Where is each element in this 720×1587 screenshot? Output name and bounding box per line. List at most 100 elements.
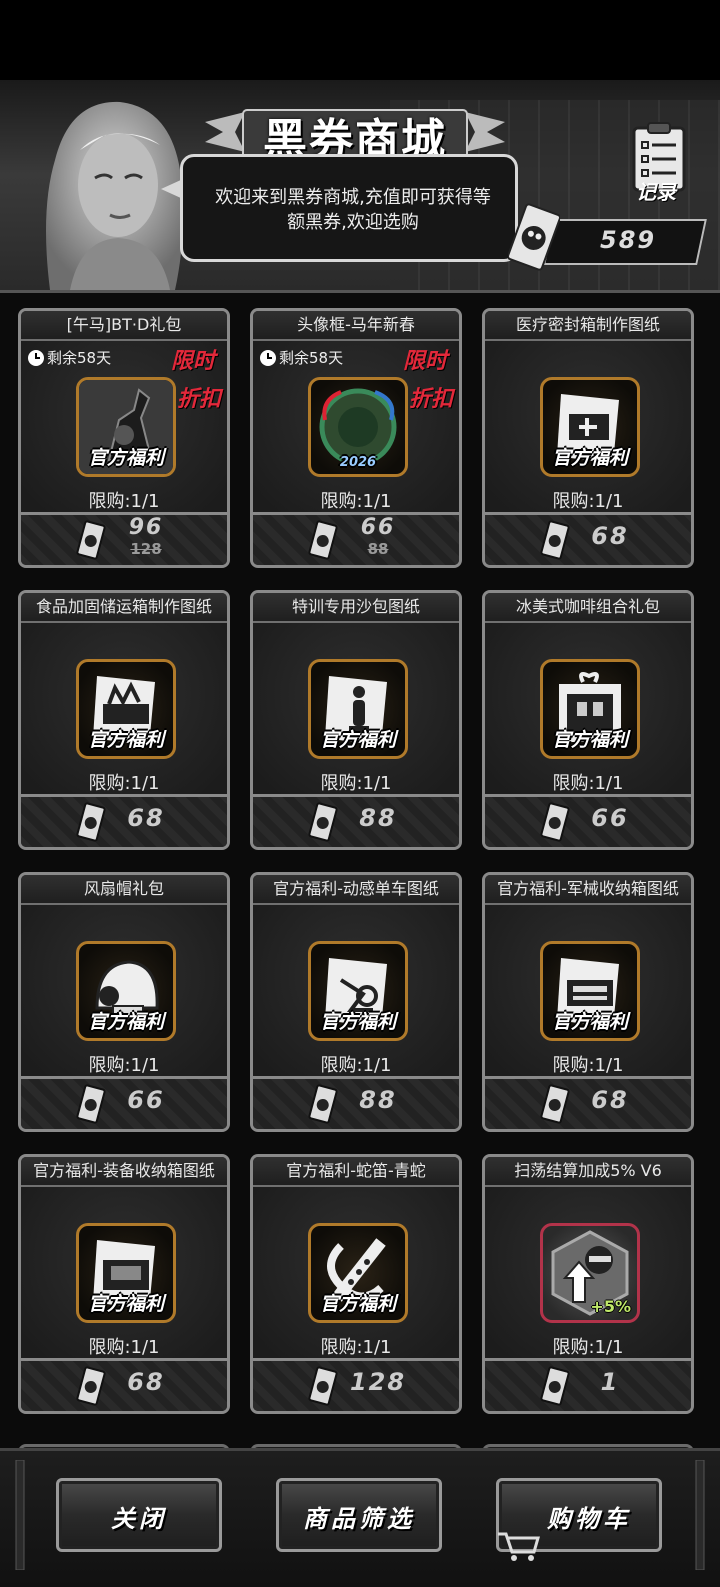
- official-welfare-label: 官方福利: [87, 447, 164, 469]
- price: 88: [359, 1086, 397, 1114]
- item-card[interactable]: 官方福利-装备收纳箱图纸 官方福利 限购:1/1 68: [18, 1154, 230, 1414]
- price: 68: [127, 1368, 165, 1396]
- close-button[interactable]: 关闭: [56, 1478, 222, 1552]
- price: 68: [127, 804, 165, 832]
- item-name: 头像框-马年新春: [253, 311, 459, 341]
- timer: 剩余58天: [259, 347, 343, 368]
- bonus-percent: +5%: [590, 1297, 631, 1316]
- price: 96: [128, 515, 164, 540]
- price: 88: [359, 804, 397, 832]
- item-card[interactable]: 冰美式咖啡组合礼包 官方福利 限购:1/1 66: [482, 590, 694, 850]
- item-icon-box: 官方福利: [76, 659, 176, 759]
- ticket-icon: [308, 1084, 338, 1124]
- welcome-text: 欢迎来到黑券商城,充值即可获得等额黑券,欢迎选购: [215, 187, 491, 233]
- price-bar: 88: [253, 794, 459, 847]
- purchase-limit: 限购:1/1: [320, 1337, 392, 1358]
- item-card[interactable]: 官方福利-蛇笛-青蛇 官方福利 限购:1/1 128: [250, 1154, 462, 1414]
- ticket-icon: [308, 802, 338, 842]
- price: 68: [591, 1086, 629, 1114]
- price: 128: [349, 1368, 407, 1396]
- clock-icon: [28, 349, 44, 366]
- item-name: 官方福利-军械收纳箱图纸: [485, 875, 691, 905]
- discount-badge: 折扣: [408, 387, 453, 412]
- ticket-icon: [76, 802, 106, 842]
- item-name: 官方福利-动感单车图纸: [253, 875, 459, 905]
- item-card[interactable]: [午马]BT·D礼包 剩余58天 限时 官方福利 折扣 限购:1/1 96 12…: [18, 308, 230, 568]
- item-icon-box: 官方福利: [540, 377, 640, 477]
- shop-header: 黑券商城 欢迎来到黑券商城,充值即可获得等额黑券,欢迎选购 记录 589: [0, 80, 720, 293]
- official-welfare-label: 官方福利: [551, 447, 628, 469]
- item-name: 风扇帽礼包: [21, 875, 227, 905]
- ticket-icon: [76, 520, 106, 560]
- item-card[interactable]: 官方福利-军械收纳箱图纸 官方福利 限购:1/1 68: [482, 872, 694, 1132]
- welcome-bubble: 欢迎来到黑券商城,充值即可获得等额黑券,欢迎选购: [161, 154, 518, 262]
- discount-badge: 折扣: [176, 387, 221, 412]
- limited-badge: 限时: [402, 349, 447, 374]
- official-welfare-label: 官方福利: [319, 1011, 396, 1033]
- ticket-icon: [540, 1366, 570, 1406]
- item-card[interactable]: 风扇帽礼包 官方福利 限购:1/1 66: [18, 872, 230, 1132]
- price-bar: 68: [21, 1358, 227, 1411]
- item-icon-box: 官方福利: [540, 941, 640, 1041]
- item-card[interactable]: 医疗密封箱制作图纸 官方福利 限购:1/1 68: [482, 308, 694, 568]
- limited-badge: 限时: [170, 349, 215, 374]
- ticket-icon: [76, 1084, 106, 1124]
- purchase-limit: 限购:1/1: [88, 773, 160, 794]
- price: 66: [360, 515, 396, 540]
- item-card[interactable]: 头像框-马年新春 剩余58天 限时 2026 折扣 限购:1/1 66 88: [250, 308, 462, 568]
- purchase-limit: 限购:1/1: [320, 491, 392, 512]
- purchase-limit: 限购:1/1: [88, 491, 160, 512]
- filter-button[interactable]: 商品筛选: [276, 1478, 442, 1552]
- item-icon-box: 官方福利: [308, 941, 408, 1041]
- item-icon-box: 官方福利: [308, 659, 408, 759]
- item-name: 官方福利-装备收纳箱图纸: [21, 1157, 227, 1187]
- item-name: 食品加固储运箱制作图纸: [21, 593, 227, 623]
- item-icon-box: 官方福利: [76, 377, 176, 477]
- shopping-cart-icon: [498, 1532, 540, 1561]
- purchase-limit: 限购:1/1: [552, 491, 624, 512]
- item-icon-box: 官方福利: [308, 1223, 408, 1323]
- item-card[interactable]: 食品加固储运箱制作图纸 官方福利 限购:1/1 68: [18, 590, 230, 850]
- official-welfare-label: 官方福利: [87, 729, 164, 751]
- item-icon-box: +5%: [540, 1223, 640, 1323]
- price: 68: [591, 522, 629, 550]
- year-label: 2026: [339, 455, 377, 470]
- item-name: 冰美式咖啡组合礼包: [485, 593, 691, 623]
- item-card[interactable]: 扫荡结算加成5% V6 +5% 限购:1/1 1: [482, 1154, 694, 1414]
- official-welfare-label: 官方福利: [87, 1293, 164, 1315]
- official-welfare-label: 官方福利: [319, 729, 396, 751]
- price-bar: 68: [485, 512, 691, 565]
- item-name: 医疗密封箱制作图纸: [485, 311, 691, 341]
- item-name: 扫荡结算加成5% V6: [485, 1157, 691, 1187]
- close-label: 关闭: [111, 1505, 167, 1533]
- item-card[interactable]: 官方福利-动感单车图纸 官方福利 限购:1/1 88: [250, 872, 462, 1132]
- price-bar: 88: [253, 1076, 459, 1129]
- item-name: [午马]BT·D礼包: [21, 311, 227, 341]
- ticket-icon: [308, 520, 338, 560]
- price-bar: 66: [485, 794, 691, 847]
- item-card[interactable]: 特训专用沙包图纸 官方福利 限购:1/1 88: [250, 590, 462, 850]
- black-ticket-icon: [508, 203, 560, 271]
- item-icon-box: 2026: [308, 377, 408, 477]
- price-bar: 96 128: [21, 512, 227, 565]
- purchase-limit: 限购:1/1: [552, 773, 624, 794]
- price: 66: [127, 1086, 165, 1114]
- price-bar: 66: [21, 1076, 227, 1129]
- clock-icon: [260, 349, 276, 366]
- price: 1: [600, 1368, 620, 1396]
- price: 66: [591, 804, 629, 832]
- record-label[interactable]: 记录: [636, 176, 676, 205]
- old-price: 128: [130, 540, 162, 558]
- item-name: 特训专用沙包图纸: [253, 593, 459, 623]
- purchase-limit: 限购:1/1: [320, 1055, 392, 1076]
- price-bar: 128: [253, 1358, 459, 1411]
- price-bar: 68: [21, 794, 227, 847]
- price-bar: 68: [485, 1076, 691, 1129]
- official-welfare-label: 官方福利: [551, 1011, 628, 1033]
- purchase-limit: 限购:1/1: [88, 1055, 160, 1076]
- item-name: 官方福利-蛇笛-青蛇: [253, 1157, 459, 1187]
- official-welfare-label: 官方福利: [319, 1293, 396, 1315]
- right-pipe-decoration: [695, 1460, 705, 1570]
- status-bar: [0, 0, 720, 80]
- timer-text: 剩余58天: [279, 349, 344, 367]
